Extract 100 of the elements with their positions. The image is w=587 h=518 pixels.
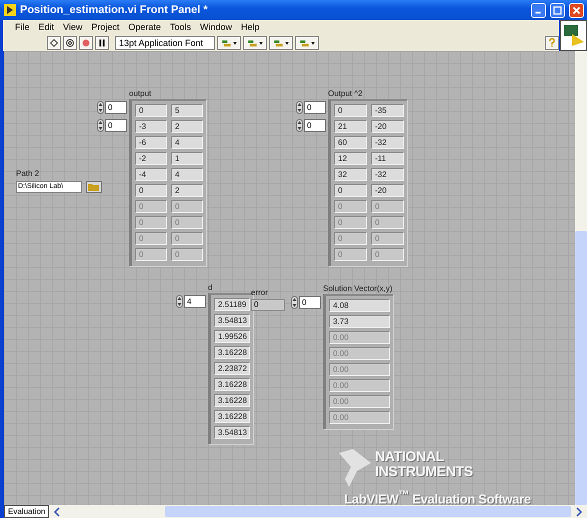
menu-item[interactable]: Tools <box>170 22 191 32</box>
spinner-arrows-icon[interactable] <box>291 296 298 309</box>
array-value: 3.16228 <box>214 346 250 359</box>
menu-item[interactable]: Project <box>91 22 120 32</box>
menu-item[interactable]: View <box>63 22 82 32</box>
menu-item[interactable]: Operate <box>128 22 161 32</box>
array-label: output <box>129 89 152 99</box>
array-value: -11 <box>371 152 404 165</box>
menu-item[interactable]: Window <box>200 22 232 32</box>
numeric-indicator: 0 <box>251 299 285 311</box>
evaluation-tab[interactable]: Evaluation <box>4 505 50 518</box>
array-value: 0 <box>371 232 404 245</box>
array-value: 3.54813 <box>214 314 250 327</box>
brand-text: NATIONAL <box>375 449 445 464</box>
array-value: 2 <box>171 184 203 197</box>
index-field[interactable]: 0 <box>105 119 127 132</box>
array-value: 1.99526 <box>214 330 250 343</box>
run-continuously-icon[interactable] <box>63 36 77 50</box>
array-value: 60 <box>334 136 367 149</box>
array-value: 0 <box>334 200 367 213</box>
array-value: 0 <box>334 232 367 245</box>
spinner-arrows-icon[interactable] <box>97 101 104 114</box>
array-value: 5 <box>171 104 203 117</box>
spinner-arrows-icon[interactable] <box>97 119 104 132</box>
spinner-arrows-icon[interactable] <box>296 119 303 132</box>
array-value: 3.16228 <box>214 410 250 423</box>
scrollbar-thumb[interactable] <box>165 506 571 517</box>
connector-pane-icon[interactable] <box>560 20 587 51</box>
brand-text: INSTRUMENTS <box>375 464 473 479</box>
array-value: 4.08 <box>329 299 390 312</box>
help-icon[interactable] <box>545 36 559 50</box>
array-value: 0 <box>135 104 167 117</box>
array-value: -35 <box>371 104 404 117</box>
array-value: 4 <box>171 136 203 149</box>
array-value: 0.00 <box>329 411 390 424</box>
run-arrow-icon[interactable] <box>47 36 61 50</box>
array-value: 0 <box>135 248 167 261</box>
array-value: -2 <box>135 152 167 165</box>
array-value: 3.16228 <box>214 378 250 391</box>
product-text: LabVIEW$^{™}$ Evaluation Software <box>344 489 531 505</box>
array-value: 0 <box>334 184 367 197</box>
array-value: 32 <box>334 168 367 181</box>
array-value: 3.73 <box>329 315 390 328</box>
index-field[interactable]: 0 <box>304 119 326 132</box>
scroll-left-icon[interactable] <box>53 506 62 516</box>
menu-item[interactable]: Edit <box>38 22 54 32</box>
index-field[interactable]: 4 <box>184 295 206 308</box>
indicator-label: error <box>251 288 269 298</box>
array-value: 0 <box>371 216 404 229</box>
array-value: 0 <box>135 200 167 213</box>
array-value: 0 <box>334 104 367 117</box>
array-value: 0 <box>135 184 167 197</box>
window-title: Position_estimation.vi Front Panel * <box>20 4 209 16</box>
array-value: 2 <box>171 120 203 133</box>
array-value: -3 <box>135 120 167 133</box>
array-value: 3.54813 <box>214 426 250 439</box>
minimize-button[interactable] <box>531 2 546 18</box>
maximize-button[interactable] <box>550 2 565 18</box>
menu-item[interactable]: Help <box>240 22 260 32</box>
array-value: 0 <box>371 248 404 261</box>
array-value: 0.00 <box>329 363 390 376</box>
browse-button[interactable] <box>86 181 102 193</box>
scrollbar-thumb[interactable] <box>575 231 587 505</box>
array-value: -4 <box>135 168 167 181</box>
array-value: -32 <box>371 168 404 181</box>
array-value: 0 <box>371 200 404 213</box>
index-field[interactable]: 0 <box>105 101 127 114</box>
index-field[interactable]: 0 <box>299 296 321 309</box>
array-value: 0.00 <box>329 395 390 408</box>
array-value: 4 <box>171 168 203 181</box>
array-label: Solution Vector(x,y) <box>323 284 393 294</box>
array-value: 0 <box>334 216 367 229</box>
array-value: 0 <box>171 248 203 261</box>
app-icon <box>4 4 16 16</box>
array-value: 0.00 <box>329 379 390 392</box>
index-field[interactable]: 0 <box>304 101 326 114</box>
array-value: 2.51189 <box>214 298 250 311</box>
close-button[interactable] <box>569 2 584 18</box>
array-value: 2.23872 <box>214 362 250 375</box>
folder-icon <box>88 183 100 191</box>
array-value: -32 <box>371 136 404 149</box>
array-value: -6 <box>135 136 167 149</box>
path-label: Path 2 <box>16 169 40 179</box>
array-value: 3.16228 <box>214 394 250 407</box>
array-value: 0.00 <box>329 347 390 360</box>
array-value: 21 <box>334 120 367 133</box>
array-value: 0 <box>171 216 203 229</box>
array-label: Output ^2 <box>328 89 364 99</box>
scroll-right-icon[interactable] <box>575 506 583 516</box>
array-value: 0 <box>171 200 203 213</box>
pause-icon[interactable] <box>95 36 109 50</box>
spinner-arrows-icon[interactable] <box>296 101 303 114</box>
menu-item[interactable]: File <box>15 22 30 32</box>
array-value: 0 <box>135 232 167 245</box>
array-label: d <box>208 283 214 293</box>
font-dropdown[interactable]: 13pt Application Font <box>115 36 215 50</box>
array-value: -20 <box>371 184 404 197</box>
array-value: 0 <box>135 216 167 229</box>
array-value: -20 <box>371 120 404 133</box>
spinner-arrows-icon[interactable] <box>176 295 183 308</box>
